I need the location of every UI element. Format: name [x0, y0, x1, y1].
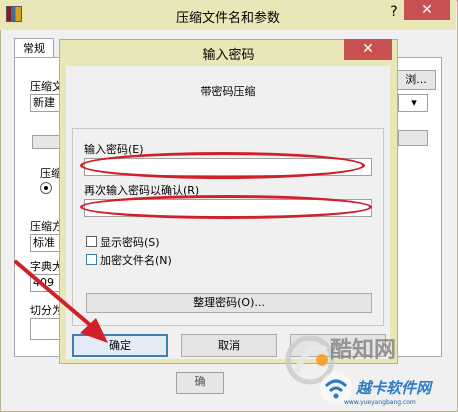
outer-close-button[interactable]: ✕ [404, 0, 450, 20]
cancel-button[interactable]: 取消 [181, 334, 277, 357]
compression-method-select[interactable]: 标准 [30, 234, 62, 252]
organize-passwords-button[interactable]: 整理密码(O)... [86, 293, 372, 313]
outer-ok-button[interactable]: 确 [176, 372, 224, 394]
show-password-checkbox[interactable] [86, 236, 97, 247]
dialog-subtitle: 带密码压缩 [200, 85, 256, 98]
encrypt-filenames-checkbox[interactable] [86, 254, 97, 265]
archive-name-field[interactable]: 新建 [30, 94, 62, 112]
chevron-down-icon: ▾ [411, 96, 417, 109]
dialog-close-button[interactable]: ✕ [344, 39, 392, 60]
watermark-url: www.yueyangbang.com [344, 399, 416, 406]
profiles-button[interactable] [32, 135, 62, 149]
watermark-text-kuzhi: 酷知网 [330, 338, 397, 363]
tab-general[interactable]: 常规 [14, 38, 54, 58]
help-icon[interactable]: ? [386, 4, 402, 22]
format-radio[interactable] [40, 182, 52, 194]
watermark-text-yueka: 越卡软件网 [356, 379, 432, 397]
options-button[interactable] [398, 130, 428, 146]
encrypt-filenames-label: 加密文件名(N) [100, 254, 172, 267]
show-password-label: 显示密码(S) [100, 236, 160, 249]
browse-button[interactable]: 浏... [396, 70, 436, 90]
profile-dropdown[interactable]: ▾ [398, 94, 428, 112]
radio-dot [44, 186, 48, 190]
annotation-ellipse-confirm [80, 195, 372, 219]
annotation-ellipse-password [80, 152, 365, 179]
ok-button[interactable]: 确定 [72, 334, 168, 357]
split-volumes-field[interactable] [30, 318, 62, 340]
dictionary-size-select[interactable]: 409 [30, 274, 62, 292]
